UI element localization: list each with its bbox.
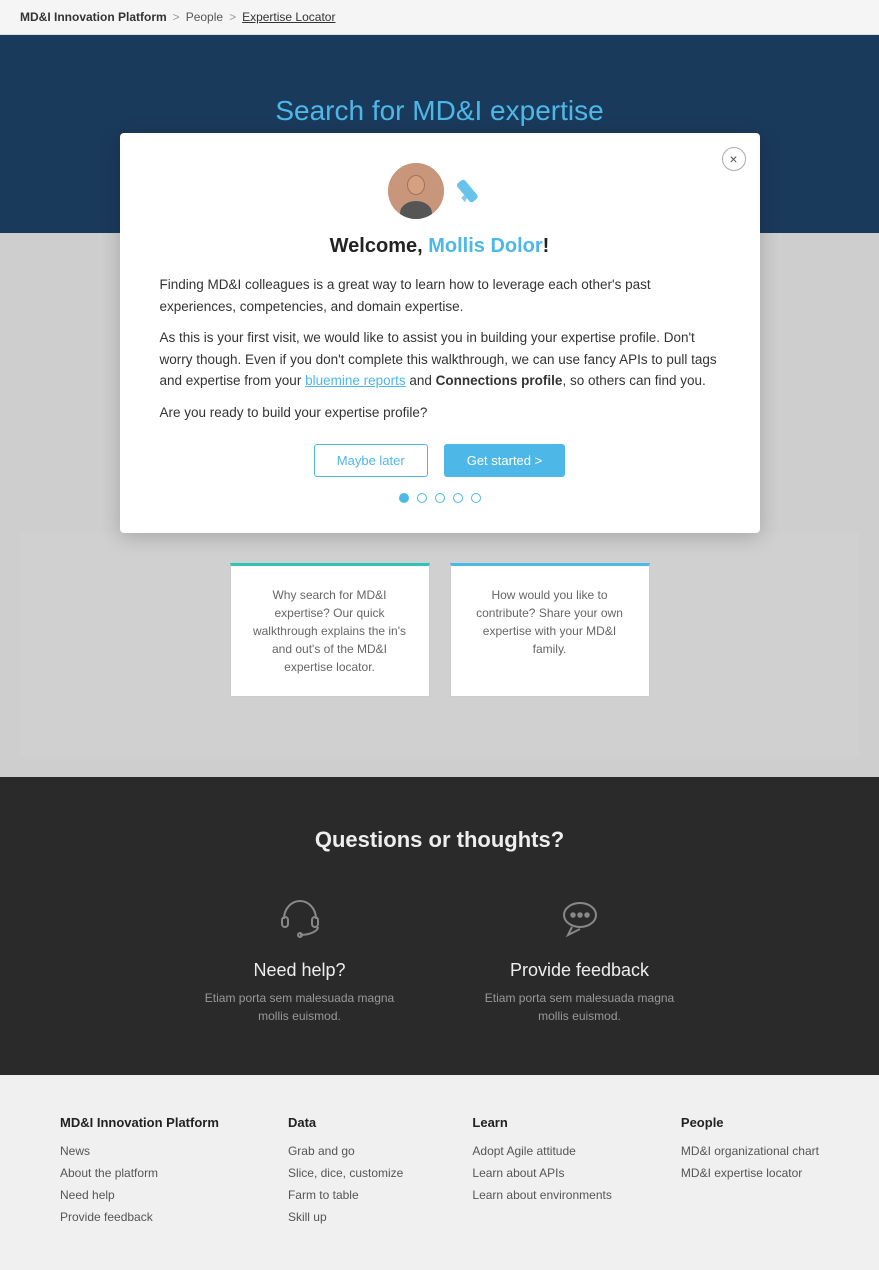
footer-link-grab[interactable]: Grab and go: [288, 1144, 355, 1158]
footer-link-help[interactable]: Need help: [60, 1188, 115, 1202]
footer-col-2-title: Data: [288, 1115, 403, 1130]
breadcrumb-current: Expertise Locator: [242, 10, 335, 24]
welcome-modal: × Welcome, Mollis Dolor!: [120, 133, 760, 533]
footer-link-news[interactable]: News: [60, 1144, 90, 1158]
footer-help-item-1: Need help? Etiam porta sem malesuada mag…: [200, 893, 400, 1025]
card-2-text: How would you like to contribute? Share …: [471, 586, 629, 658]
footer-col-2-links: Grab and go Slice, dice, customize Farm …: [288, 1142, 403, 1224]
avatar: [388, 163, 444, 219]
connections-profile: Connections profile: [436, 373, 563, 388]
footer-cols: MD&I Innovation Platform News About the …: [60, 1115, 819, 1230]
footer-link-feedback[interactable]: Provide feedback: [60, 1210, 153, 1224]
dot-2[interactable]: [417, 493, 427, 503]
footer-help-item-2: Provide feedback Etiam porta sem malesua…: [480, 893, 680, 1025]
footer-col-4-links: MD&I organizational chart MD&I expertise…: [681, 1142, 819, 1180]
footer-help-desc-2: Etiam porta sem malesuada magna mollis e…: [480, 989, 680, 1025]
footer-col-3: Learn Adopt Agile attitude Learn about A…: [472, 1115, 611, 1230]
dot-4[interactable]: [453, 493, 463, 503]
footer-dark: Questions or thoughts? Need help? Etiam …: [0, 777, 879, 1075]
breadcrumb-people[interactable]: People: [186, 10, 223, 24]
footer-help-desc-1: Etiam porta sem malesuada magna mollis e…: [200, 989, 400, 1025]
footer-help-title-1: Need help?: [200, 960, 400, 981]
card-1-text: Why search for MD&I expertise? Our quick…: [251, 586, 409, 676]
pagination-dots: [160, 493, 720, 503]
footer-light: MD&I Innovation Platform News About the …: [0, 1075, 879, 1270]
modal-body-p3: Are you ready to build your expertise pr…: [160, 402, 720, 424]
bluemine-link[interactable]: bluemine reports: [305, 373, 406, 388]
footer-col-4-title: People: [681, 1115, 819, 1130]
breadcrumb-sep1: >: [173, 10, 180, 24]
footer-dark-title: Questions or thoughts?: [20, 827, 859, 853]
modal-actions: Maybe later Get started >: [160, 444, 720, 477]
breadcrumb-brand[interactable]: MD&I Innovation Platform: [20, 10, 167, 24]
headset-icon: [200, 893, 400, 950]
footer-link-org[interactable]: MD&I organizational chart: [681, 1144, 819, 1158]
footer-help-title-2: Provide feedback: [480, 960, 680, 981]
footer-help-row: Need help? Etiam porta sem malesuada mag…: [20, 893, 859, 1025]
footer-link-farm[interactable]: Farm to table: [288, 1188, 359, 1202]
footer-link-agile[interactable]: Adopt Agile attitude: [472, 1144, 575, 1158]
modal-body: Finding MD&I colleagues is a great way t…: [160, 274, 720, 424]
dot-3[interactable]: [435, 493, 445, 503]
modal-body-p2: As this is your first visit, we would li…: [160, 327, 720, 392]
breadcrumb: MD&I Innovation Platform > People > Expe…: [0, 0, 879, 35]
footer-col-3-title: Learn: [472, 1115, 611, 1130]
modal-header: [160, 163, 720, 219]
footer-link-slice[interactable]: Slice, dice, customize: [288, 1166, 403, 1180]
cards-section: Why search for MD&I expertise? Our quick…: [20, 533, 859, 757]
footer-link-about[interactable]: About the platform: [60, 1166, 158, 1180]
pencil-icon: [456, 170, 492, 213]
modal-overlay: × Welcome, Mollis Dolor!: [0, 233, 879, 777]
get-started-button[interactable]: Get started >: [444, 444, 566, 477]
footer-link-envs[interactable]: Learn about environments: [472, 1188, 611, 1202]
dot-1[interactable]: [399, 493, 409, 503]
footer-col-1-links: News About the platform Need help Provid…: [60, 1142, 219, 1224]
footer-col-2: Data Grab and go Slice, dice, customize …: [288, 1115, 403, 1230]
maybe-later-button[interactable]: Maybe later: [314, 444, 428, 477]
footer-link-skill[interactable]: Skill up: [288, 1210, 327, 1224]
dot-5[interactable]: [471, 493, 481, 503]
footer-col-1-title: MD&I Innovation Platform: [60, 1115, 219, 1130]
footer-col-3-links: Adopt Agile attitude Learn about APIs Le…: [472, 1142, 611, 1202]
footer-col-4: People MD&I organizational chart MD&I ex…: [681, 1115, 819, 1230]
footer-link-locator[interactable]: MD&I expertise locator: [681, 1166, 802, 1180]
breadcrumb-sep2: >: [229, 10, 236, 24]
modal-title: Welcome, Mollis Dolor!: [160, 235, 720, 258]
card-1: Why search for MD&I expertise? Our quick…: [230, 563, 430, 697]
footer-link-apis[interactable]: Learn about APIs: [472, 1166, 564, 1180]
footer-col-1: MD&I Innovation Platform News About the …: [60, 1115, 219, 1230]
card-2: How would you like to contribute? Share …: [450, 563, 650, 697]
modal-body-p1: Finding MD&I colleagues is a great way t…: [160, 274, 720, 317]
hero-title: Search for MD&I expertise: [20, 95, 859, 127]
modal-close-button[interactable]: ×: [722, 147, 746, 171]
bubble-icon: [480, 893, 680, 950]
